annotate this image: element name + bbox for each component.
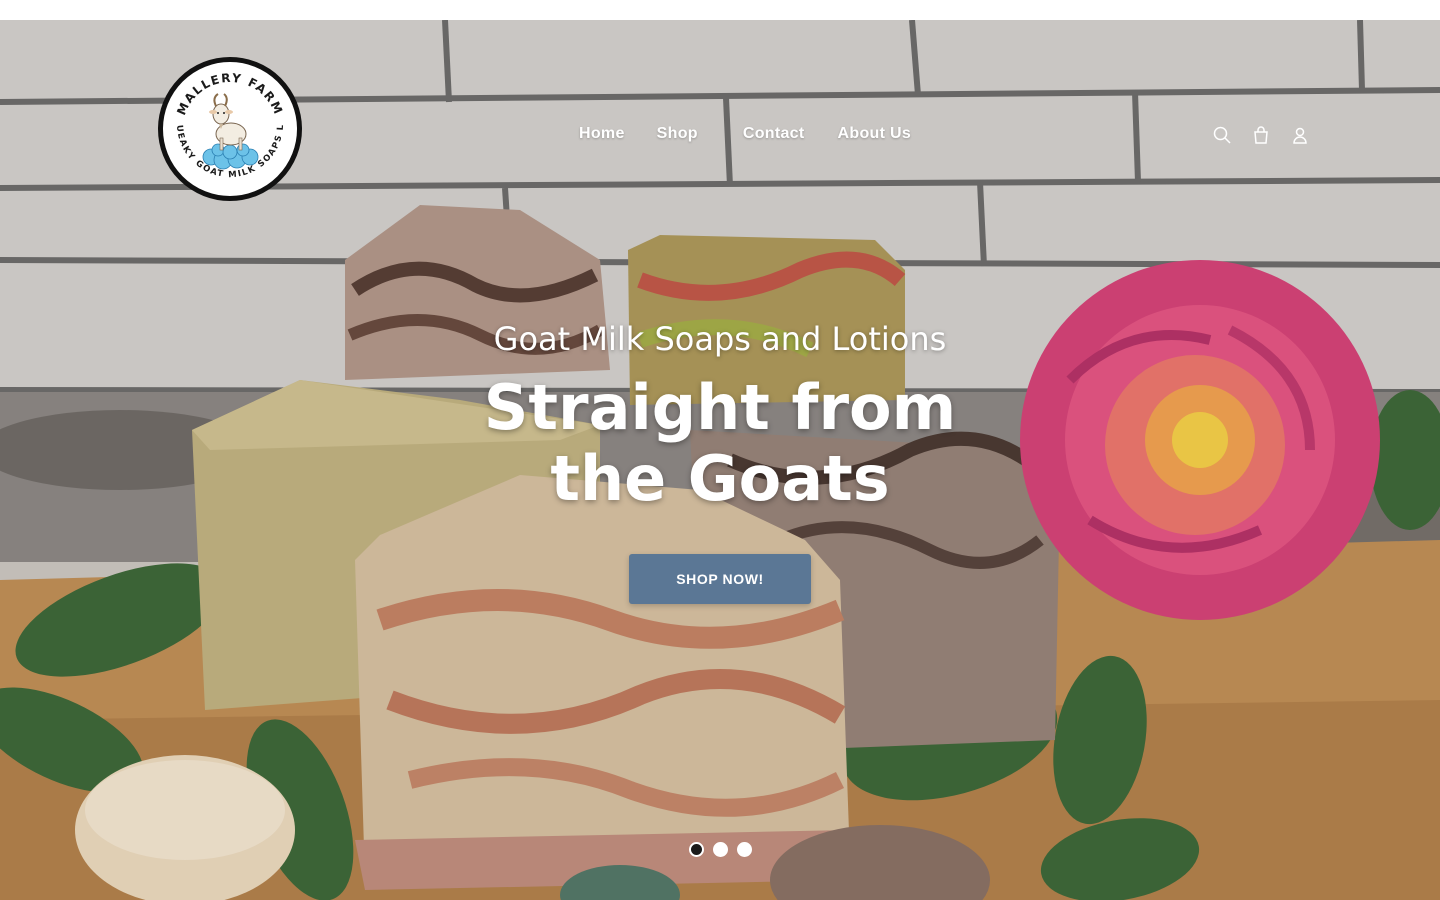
slideshow-pagination bbox=[689, 842, 752, 857]
nav-item-about-us[interactable]: About Us bbox=[838, 125, 912, 143]
header-actions bbox=[1212, 125, 1310, 145]
hero-banner: MALLERY FARM SQUEAKY GOAT MILK SOAPS LLC bbox=[0, 20, 1440, 900]
account-icon[interactable] bbox=[1290, 125, 1310, 145]
brand-logo[interactable]: MALLERY FARM SQUEAKY GOAT MILK SOAPS LLC bbox=[158, 57, 302, 201]
hero-title: Straight from the Goats bbox=[483, 371, 957, 515]
goat-logo-icon: MALLERY FARM SQUEAKY GOAT MILK SOAPS LLC bbox=[163, 62, 285, 180]
nav-item-shop[interactable]: Shop bbox=[657, 125, 698, 143]
main-navigation: Home Shop Contact About Us bbox=[579, 125, 911, 143]
search-icon[interactable] bbox=[1212, 125, 1232, 145]
cart-icon[interactable] bbox=[1251, 125, 1271, 145]
slide-dot-2[interactable] bbox=[713, 842, 728, 857]
top-announcement-bar bbox=[0, 0, 1440, 20]
nav-item-contact[interactable]: Contact bbox=[743, 125, 805, 143]
slide-dot-1[interactable] bbox=[689, 842, 704, 857]
hero-subtitle: Goat Milk Soaps and Lotions bbox=[493, 320, 947, 358]
nav-item-home[interactable]: Home bbox=[579, 125, 625, 143]
slide-dot-3[interactable] bbox=[737, 842, 752, 857]
shop-now-button[interactable]: SHOP NOW! bbox=[629, 554, 811, 604]
